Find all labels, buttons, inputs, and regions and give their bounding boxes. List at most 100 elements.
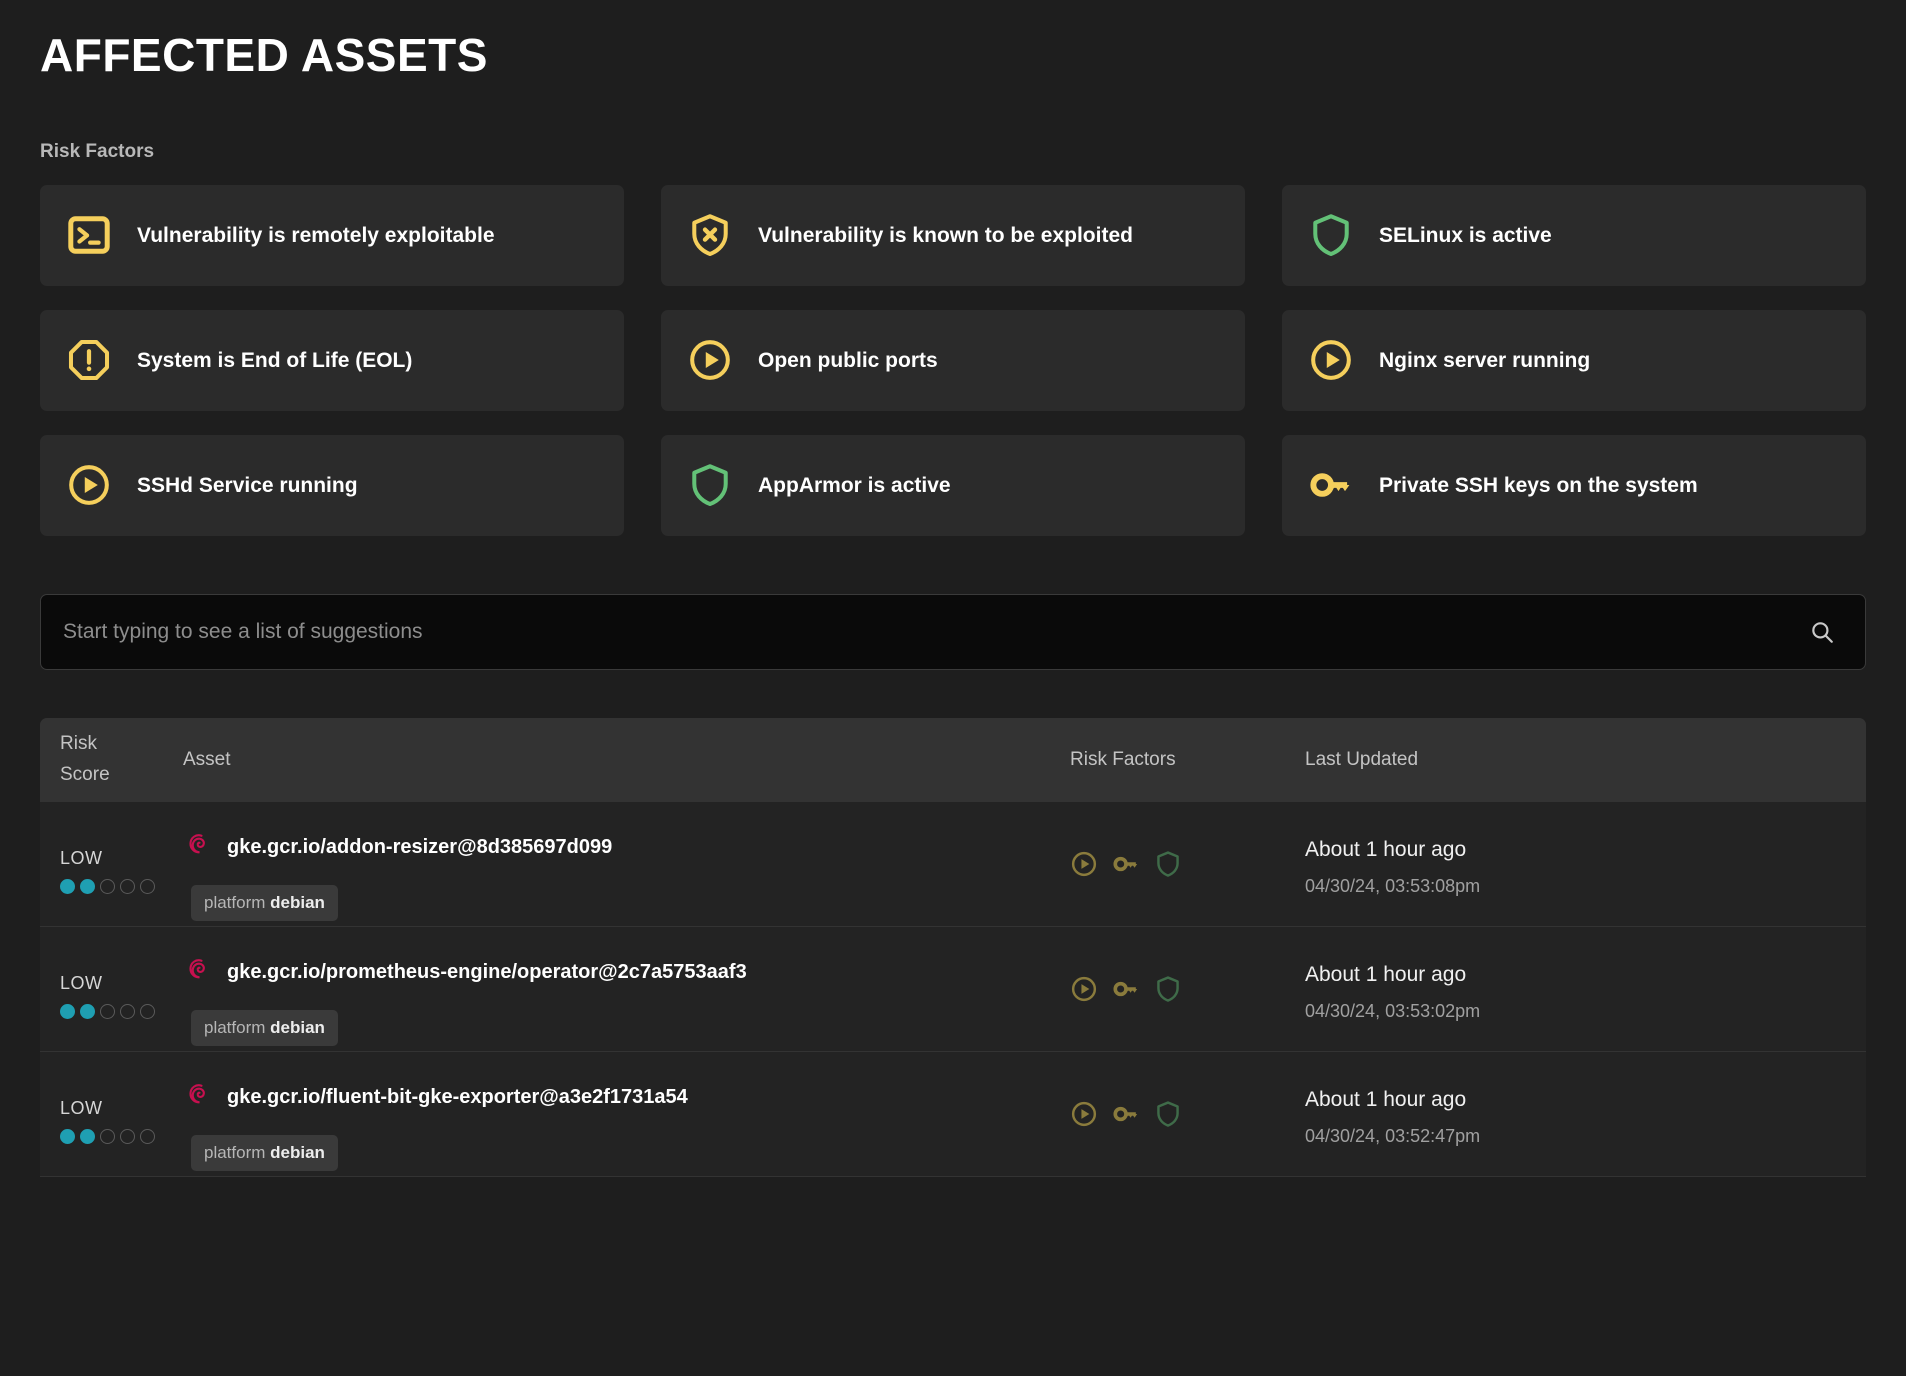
shield-icon[interactable] <box>1154 850 1182 883</box>
risk-score-label: LOW <box>60 848 183 869</box>
column-header-last-updated: Last Updated <box>1305 749 1866 771</box>
search-input[interactable] <box>63 620 1805 644</box>
platform-chip-value: debian <box>270 1018 325 1037</box>
risk-factor-card[interactable]: Private SSH keys on the system <box>1282 435 1866 536</box>
cell-risk-score: LOW <box>40 927 183 1019</box>
play-circle-icon-glyph <box>1070 850 1098 878</box>
table-row[interactable]: LOW gke.gcr.io/fluent-bit-gke-exporter@a3… <box>40 1052 1866 1177</box>
shield-icon-glyph <box>1308 212 1354 258</box>
cell-last-updated: About 1 hour ago 04/30/24, 03:53:08pm <box>1305 802 1866 897</box>
risk-score-dot <box>60 879 75 894</box>
risk-factor-card-label: AppArmor is active <box>758 473 951 498</box>
play-circle-icon[interactable] <box>1070 975 1098 1008</box>
search-icon-glyph <box>1809 619 1835 645</box>
column-header-risk-score: Risk Score <box>40 729 183 790</box>
cell-asset: gke.gcr.io/addon-resizer@8d385697d099 pla… <box>183 802 1070 921</box>
play-circle-icon[interactable] <box>1070 1100 1098 1133</box>
risk-factor-card[interactable]: Nginx server running <box>1282 310 1866 411</box>
key-icon-glyph <box>1308 462 1354 508</box>
table-row[interactable]: LOWgke.gcr.io/addon-resizer@8d385697d099… <box>40 802 1866 927</box>
last-updated-relative: About 1 hour ago <box>1305 963 1866 987</box>
risk-score-dot <box>80 1004 95 1019</box>
cell-risk-factors <box>1070 927 1305 1008</box>
risk-factor-card[interactable]: Open public ports <box>661 310 1245 411</box>
play-circle-icon-glyph <box>1070 1100 1098 1128</box>
platform-chip-value: debian <box>270 893 325 912</box>
table-body: LOWgke.gcr.io/addon-resizer@8d385697d099… <box>40 802 1866 1177</box>
risk-score-dot <box>100 1129 115 1144</box>
shield-x-icon-glyph <box>687 212 733 258</box>
shield-icon-glyph <box>1154 975 1182 1003</box>
shield-icon-glyph <box>1154 850 1182 878</box>
risk-factor-card-label: Vulnerability is known to be exploited <box>758 223 1133 248</box>
risk-factor-card[interactable]: SSHd Service running <box>40 435 624 536</box>
key-icon-glyph <box>1112 850 1140 878</box>
key-icon[interactable] <box>1112 975 1140 1008</box>
risk-factor-card-label: SSHd Service running <box>137 473 358 498</box>
key-icon-glyph <box>1112 975 1140 1003</box>
key-icon[interactable] <box>1112 1100 1140 1133</box>
risk-factor-card[interactable]: AppArmor is active <box>661 435 1245 536</box>
play-circle-icon[interactable] <box>1070 850 1098 883</box>
risk-factor-card[interactable]: System is End of Life (EOL) <box>40 310 624 411</box>
last-updated-absolute: 04/30/24, 03:53:08pm <box>1305 876 1866 897</box>
debian-logo-icon <box>183 955 213 990</box>
last-updated-relative: About 1 hour ago <box>1305 1088 1866 1112</box>
risk-factor-card[interactable]: SELinux is active <box>1282 185 1866 286</box>
risk-score-label: LOW <box>60 1098 183 1119</box>
debian-logo-icon-glyph <box>183 1080 213 1110</box>
risk-score-dots <box>60 879 183 894</box>
cell-risk-factors <box>1070 1052 1305 1133</box>
play-circle-icon-glyph <box>687 337 733 383</box>
debian-logo-icon-glyph <box>183 830 213 860</box>
platform-chip: platform debian <box>191 1135 338 1171</box>
platform-chip-key: platform <box>204 1018 265 1037</box>
risk-factor-card-label: System is End of Life (EOL) <box>137 348 412 373</box>
shield-icon[interactable] <box>1154 975 1182 1008</box>
asset-line: gke.gcr.io/addon-resizer@8d385697d099 <box>183 830 1070 865</box>
risk-score-dot <box>140 1004 155 1019</box>
last-updated-relative: About 1 hour ago <box>1305 838 1866 862</box>
risk-score-dot <box>140 1129 155 1144</box>
risk-factor-card[interactable]: Vulnerability is remotely exploitable <box>40 185 624 286</box>
shield-x-icon <box>686 211 734 259</box>
key-icon[interactable] <box>1112 850 1140 883</box>
affected-assets-table: Risk Score Asset Risk Factors Last Updat… <box>40 718 1866 1177</box>
risk-score-dot <box>80 1129 95 1144</box>
risk-score-dot <box>120 1004 135 1019</box>
debian-logo-icon-glyph <box>183 955 213 985</box>
asset-name-link[interactable]: gke.gcr.io/prometheus-engine/operator@2c… <box>227 961 747 984</box>
table-row[interactable]: LOW gke.gcr.io/prometheus-engine/operator… <box>40 927 1866 1052</box>
terminal-icon <box>65 211 113 259</box>
terminal-icon-glyph <box>66 212 112 258</box>
shield-icon-glyph <box>1154 1100 1182 1128</box>
asset-search-bar[interactable] <box>40 594 1866 670</box>
alert-octagon-icon-glyph <box>66 337 112 383</box>
cell-risk-factors <box>1070 802 1305 883</box>
risk-score-dot <box>60 1129 75 1144</box>
table-header-row: Risk Score Asset Risk Factors Last Updat… <box>40 718 1866 802</box>
shield-icon <box>1307 211 1355 259</box>
risk-factor-card-label: Vulnerability is remotely exploitable <box>137 223 495 248</box>
platform-chip-key: platform <box>204 893 265 912</box>
key-icon-glyph <box>1112 1100 1140 1128</box>
shield-icon <box>686 461 734 509</box>
asset-name-link[interactable]: gke.gcr.io/addon-resizer@8d385697d099 <box>227 836 612 859</box>
risk-factor-card[interactable]: Vulnerability is known to be exploited <box>661 185 1245 286</box>
play-circle-icon <box>686 336 734 384</box>
shield-icon[interactable] <box>1154 1100 1182 1133</box>
cell-asset: gke.gcr.io/fluent-bit-gke-exporter@a3e2f… <box>183 1052 1070 1171</box>
risk-score-dots <box>60 1129 183 1144</box>
risk-score-dots <box>60 1004 183 1019</box>
debian-logo-icon <box>183 830 213 865</box>
cell-asset: gke.gcr.io/prometheus-engine/operator@2c… <box>183 927 1070 1046</box>
risk-score-dot <box>120 879 135 894</box>
debian-logo-icon <box>183 1080 213 1115</box>
platform-chip-value: debian <box>270 1143 325 1162</box>
search-icon[interactable] <box>1805 615 1839 649</box>
affected-assets-page: AFFECTED ASSETS Risk Factors Vulnerabili… <box>0 0 1906 1376</box>
risk-factor-card-label: SELinux is active <box>1379 223 1552 248</box>
platform-chip: platform debian <box>191 885 338 921</box>
asset-name-link[interactable]: gke.gcr.io/fluent-bit-gke-exporter@a3e2f… <box>227 1086 688 1109</box>
shield-icon-glyph <box>687 462 733 508</box>
